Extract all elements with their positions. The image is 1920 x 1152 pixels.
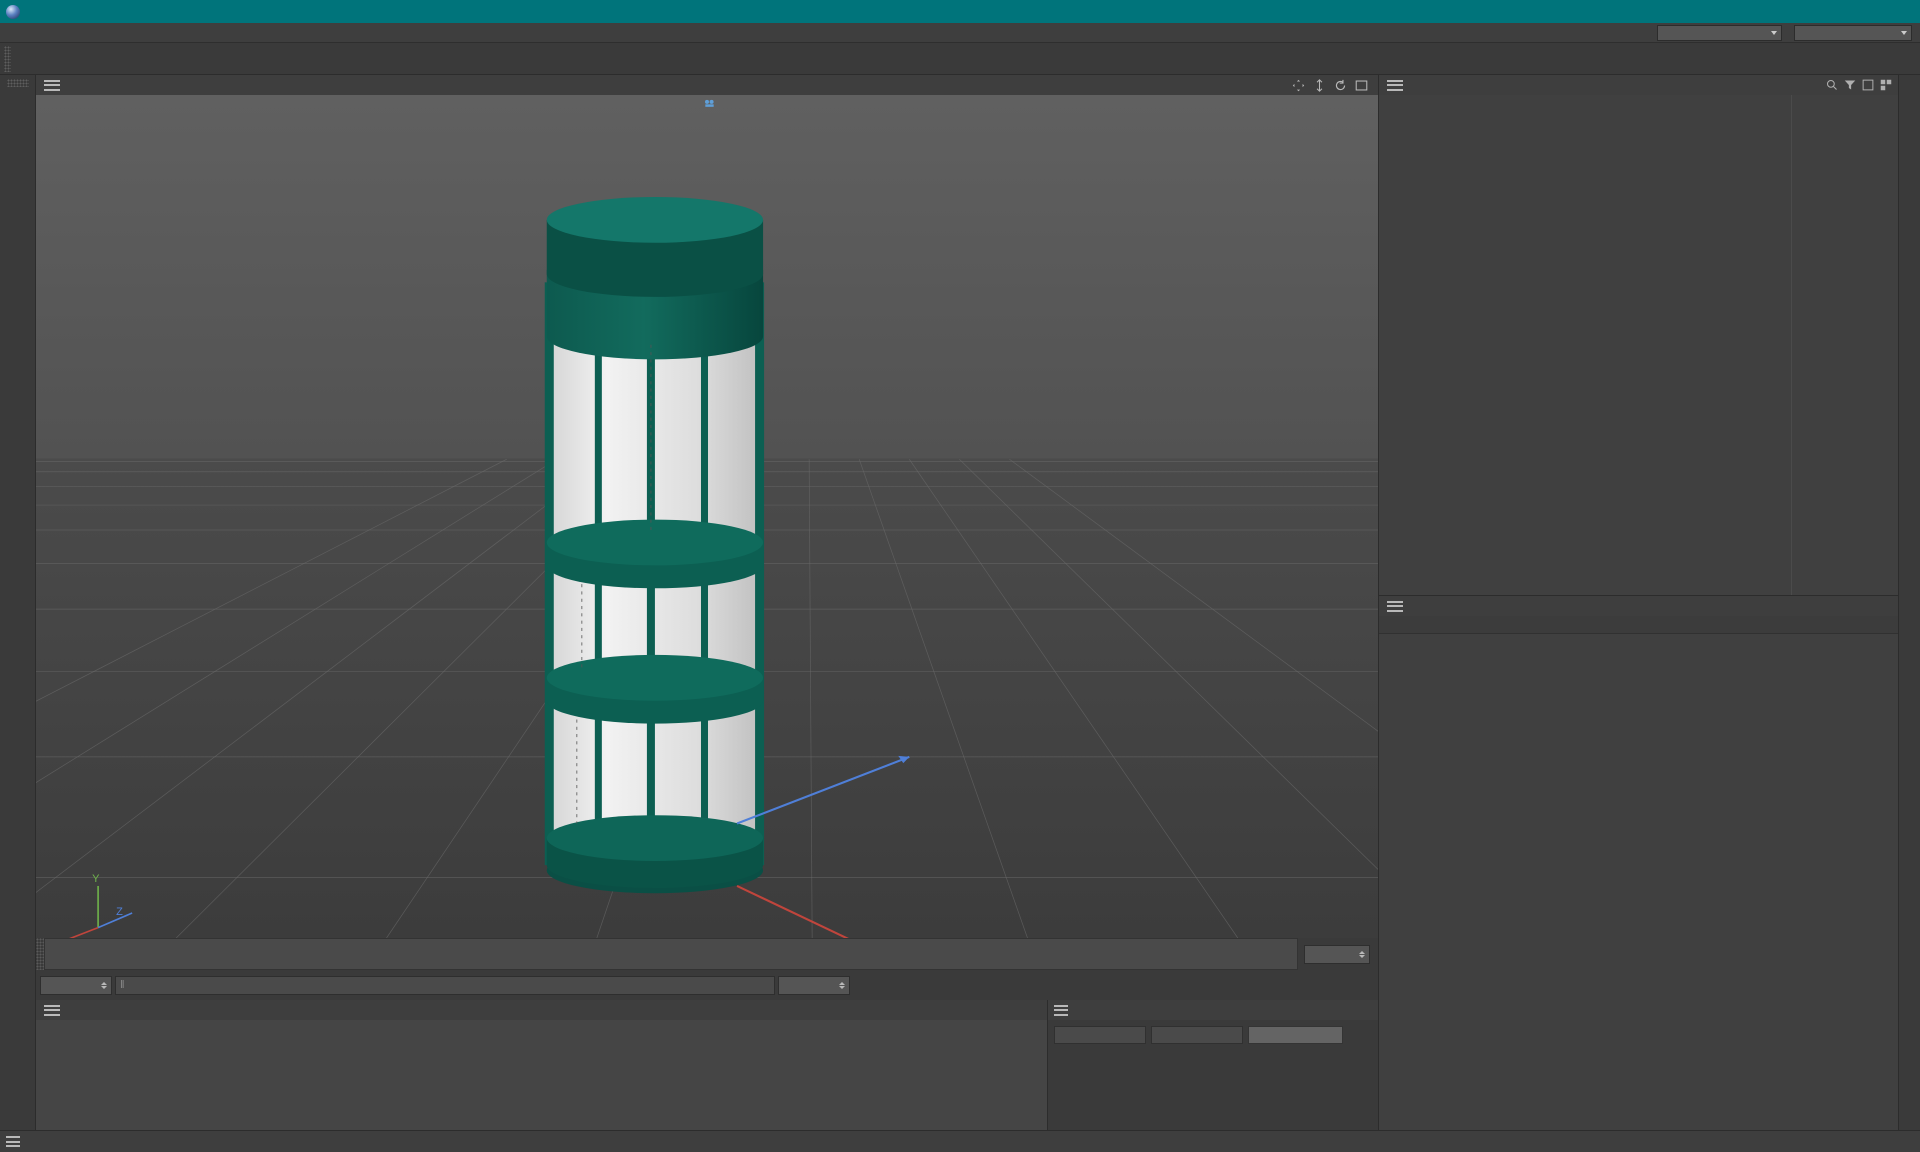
preview-range-field[interactable]: ‖	[115, 976, 775, 995]
spinner-icon[interactable]	[1359, 951, 1365, 958]
svg-text:Y: Y	[92, 873, 100, 885]
viewport-canvas: Y Z X	[36, 95, 1378, 938]
coordinate-mode-dropdown[interactable]	[1151, 1026, 1243, 1044]
apply-button[interactable]	[1248, 1026, 1343, 1044]
right-dock-tabs	[1898, 75, 1920, 1130]
main-menu-bar	[0, 23, 1920, 43]
object-manager	[1379, 75, 1898, 595]
workspace: Y Z X	[0, 75, 1920, 1130]
layout-dropdown[interactable]	[1794, 25, 1912, 41]
timeline-grip[interactable]	[36, 938, 44, 970]
cinema4d-logo-icon	[6, 5, 20, 19]
svg-text:Z: Z	[116, 906, 123, 918]
new-window-icon[interactable]	[1862, 79, 1874, 91]
cinema4d-window: Y Z X	[0, 0, 1920, 1152]
perspective-viewport[interactable]: Y Z X	[36, 95, 1378, 938]
transport-bar: ‖	[36, 970, 1378, 1000]
timeline-frame-field[interactable]	[1304, 945, 1370, 964]
viewport-menu-bar	[36, 75, 1378, 95]
object-manager-menu	[1379, 75, 1898, 95]
rotate-view-icon[interactable]	[1334, 79, 1347, 92]
layer-manager-menu	[1379, 596, 1898, 616]
coordinates-hamburger-icon[interactable]	[1054, 1002, 1068, 1018]
title-bar	[0, 0, 1920, 23]
timeline-track[interactable]	[44, 938, 1298, 970]
maximize-button[interactable]	[1828, 0, 1874, 23]
menu-bar-right	[1651, 25, 1920, 41]
main-toolbar	[0, 43, 1920, 75]
filter-icon[interactable]	[1844, 79, 1856, 91]
viewport-menu-hamburger-icon[interactable]	[44, 77, 60, 93]
object-tree[interactable]	[1379, 95, 1898, 595]
minimize-button[interactable]	[1782, 0, 1828, 23]
status-bar	[0, 1130, 1920, 1152]
layer-list[interactable]	[1379, 634, 1898, 1130]
timeline-ruler[interactable]	[36, 938, 1378, 970]
viewport-camera	[700, 99, 715, 108]
material-manager-menu	[36, 1000, 1047, 1020]
coordinates-header	[1048, 1000, 1378, 1020]
toolbar-grip[interactable]	[4, 46, 11, 72]
timeline-frame-display	[1298, 938, 1378, 970]
spinner-icon[interactable]	[101, 982, 107, 989]
layer-menu-hamburger-icon[interactable]	[1387, 598, 1403, 614]
chevron-down-icon	[1901, 31, 1907, 35]
object-column-divider	[1791, 95, 1792, 595]
node-space-dropdown[interactable]	[1657, 25, 1782, 41]
layer-manager	[1379, 595, 1898, 1130]
start-frame-field[interactable]	[40, 976, 112, 995]
chevron-down-icon	[1771, 31, 1777, 35]
camera-small-icon	[705, 99, 715, 108]
right-panel-column	[1378, 75, 1898, 1130]
search-icon[interactable]	[1826, 79, 1838, 91]
material-list[interactable]	[36, 1020, 1047, 1130]
viewport-column: Y Z X	[36, 75, 1378, 1130]
maximize-view-icon[interactable]	[1355, 79, 1368, 92]
left-tool-palette	[0, 75, 36, 1130]
coordinate-space-dropdown[interactable]	[1054, 1026, 1146, 1044]
layer-column-headers	[1379, 616, 1898, 634]
window-controls	[1782, 0, 1920, 23]
status-hamburger-icon[interactable]	[6, 1134, 20, 1150]
material-manager	[36, 1000, 1048, 1130]
coordinates-actions	[1048, 1022, 1378, 1044]
object-manager-tools	[1826, 79, 1898, 91]
viewport-layout-icons	[1292, 79, 1378, 92]
spinner-icon[interactable]	[839, 982, 845, 989]
grid-layout-icon[interactable]	[1880, 79, 1892, 91]
zoom-view-icon[interactable]	[1313, 79, 1326, 92]
material-menu-hamburger-icon[interactable]	[44, 1002, 60, 1018]
pan-view-icon[interactable]	[1292, 79, 1305, 92]
end-frame-field[interactable]	[778, 976, 850, 995]
elevator-model	[545, 197, 764, 893]
coordinates-manager	[1048, 1000, 1378, 1130]
close-button[interactable]	[1874, 0, 1920, 23]
left-palette-grip[interactable]	[7, 79, 29, 87]
bottom-panels	[36, 1000, 1378, 1130]
object-menu-hamburger-icon[interactable]	[1387, 77, 1403, 93]
